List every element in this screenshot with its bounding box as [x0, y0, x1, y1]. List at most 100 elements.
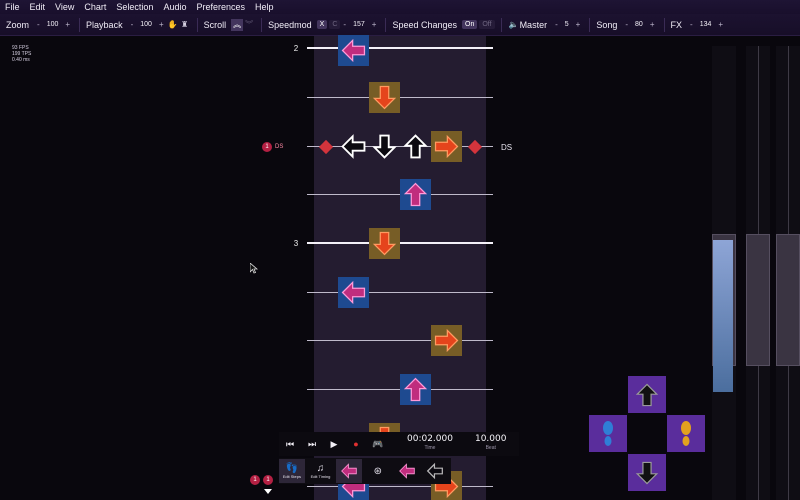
fx-label: FX [670, 19, 683, 30]
playback-label: Playback [86, 19, 123, 30]
chevron-down-icon[interactable] [264, 489, 272, 494]
playback-decrease-button[interactable]: - [128, 20, 137, 29]
pad-up-icon[interactable] [628, 376, 666, 413]
roll-note-tool[interactable] [422, 459, 448, 483]
toolbar: Zoom - 100 + Playback - 100 + ✋ ♜ Scroll… [0, 14, 800, 36]
menu-edit[interactable]: Edit [25, 2, 51, 12]
song-value[interactable]: 80 [631, 21, 647, 28]
speedmod-label: Speedmod [268, 19, 312, 30]
skip-back-icon[interactable]: ⏮ [279, 434, 301, 454]
master-increase-button[interactable]: + [573, 20, 584, 29]
measure-number: 3 [293, 239, 299, 248]
arrow-left-icon[interactable] [338, 277, 369, 308]
edit-timing-label: Edit Timing [310, 474, 331, 479]
tap-note-tool[interactable] [336, 459, 363, 483]
speedmod-increase-button[interactable]: + [369, 20, 380, 29]
speedmod-c-button[interactable]: C [329, 20, 341, 29]
scroll-down-icon[interactable]: ︾ [243, 19, 255, 31]
frame-time-readout: 0.40 ms [12, 57, 30, 63]
arrow-up-icon[interactable] [400, 131, 431, 162]
edit-steps-label: Edit Steps [282, 474, 301, 479]
menu-preferences[interactable]: Preferences [191, 2, 250, 12]
speed-changes-label: Speed Changes [392, 19, 457, 30]
edit-timing-button[interactable]: ♫ Edit Timing [308, 459, 334, 483]
speed-changes-control: Speed Changes On Off [386, 14, 500, 35]
mine-tool-icon[interactable]: ⊛ [365, 459, 391, 483]
marker-count-badge: 1 [250, 475, 260, 485]
speedmod-control: Speedmod X C - 157 + [262, 14, 385, 35]
song-increase-button[interactable]: + [647, 20, 658, 29]
fx-decrease-button[interactable]: - [687, 20, 696, 29]
arrow-up-icon[interactable] [400, 374, 431, 405]
scroll-up-icon[interactable]: ︽ [231, 18, 244, 31]
fx-value[interactable]: 134 [696, 21, 716, 28]
scroll-control: Scroll ︽ ︾ [198, 14, 262, 35]
master-decrease-button[interactable]: - [552, 20, 561, 29]
menu-chart[interactable]: Chart [79, 2, 111, 12]
speed-changes-on-button[interactable]: On [462, 20, 478, 29]
right-foot-icon[interactable] [667, 415, 705, 452]
arrow-down-icon[interactable] [369, 131, 400, 162]
arrow-up-icon[interactable] [400, 179, 431, 210]
speaker-icon[interactable]: 🔈 [508, 19, 520, 31]
edit-steps-button[interactable]: 👣 Edit Steps [279, 459, 305, 483]
playback-value[interactable]: 100 [136, 21, 156, 28]
preview-bar [746, 234, 770, 366]
skip-forward-icon[interactable]: ⏭ [301, 434, 323, 454]
performance-stats: 93 FPS 199 TPS 0.40 ms [12, 45, 31, 63]
song-decrease-button[interactable]: - [622, 20, 631, 29]
playback-increase-button[interactable]: + [156, 20, 167, 29]
zoom-control: Zoom - 100 + [0, 14, 79, 35]
preview-fill [713, 240, 733, 392]
metronome-icon[interactable]: ♜ [179, 19, 191, 31]
marker-count-badge: 1 [263, 475, 273, 485]
arrow-down-icon[interactable] [369, 228, 400, 259]
speedmod-x-button[interactable]: X [316, 20, 328, 29]
hold-note-tool[interactable] [394, 459, 420, 483]
gamepad-icon[interactable]: 🎮 [367, 434, 389, 454]
zoom-decrease-button[interactable]: - [34, 20, 43, 29]
time-label: Time [424, 445, 436, 451]
speed-changes-off-button[interactable]: Off [479, 20, 495, 29]
footsteps-icon: 👣 [285, 463, 299, 474]
menu-view[interactable]: View [50, 2, 79, 12]
menu-bar: File Edit View Chart Selection Audio Pre… [0, 0, 800, 14]
pad-down-icon[interactable] [628, 454, 666, 491]
beat-line [307, 486, 493, 487]
arrow-left-icon[interactable] [338, 35, 369, 66]
speedmod-decrease-button[interactable]: - [340, 20, 349, 29]
measure-line [307, 242, 493, 244]
beat-readout[interactable]: 10.000 Beat [475, 435, 507, 453]
zoom-increase-button[interactable]: + [62, 20, 73, 29]
time-readout[interactable]: 00:02.000 Time [407, 435, 453, 453]
fx-increase-button[interactable]: + [715, 20, 726, 29]
beat-line [307, 292, 493, 293]
speedmod-value[interactable]: 157 [349, 21, 369, 28]
arrow-right-icon[interactable] [431, 131, 462, 162]
bottom-marker[interactable]: 1 1 [250, 475, 276, 485]
transport-bar: ⏮ ⏭ ▶ ● 🎮 00:02.000 Time 10.000 Beat [279, 432, 519, 456]
zoom-value[interactable]: 100 [43, 21, 63, 28]
timing-icon: ♫ [316, 463, 325, 474]
menu-file[interactable]: File [0, 2, 25, 12]
edit-mode-bar: 👣 Edit Steps ♫ Edit Timing ⊛ [279, 458, 451, 484]
ds-label-left: DS [275, 144, 284, 150]
hand-icon[interactable]: ✋ [167, 19, 179, 31]
arrow-left-icon[interactable] [338, 131, 369, 162]
ds-marker-label[interactable]: 1 DS [262, 142, 283, 152]
menu-help[interactable]: Help [250, 2, 279, 12]
play-icon[interactable]: ▶ [323, 434, 345, 454]
arrow-down-icon[interactable] [369, 82, 400, 113]
beat-line [307, 97, 493, 98]
left-foot-icon[interactable] [589, 415, 627, 452]
mouse-cursor-icon [250, 263, 258, 274]
menu-audio[interactable]: Audio [158, 2, 191, 12]
menu-selection[interactable]: Selection [111, 2, 158, 12]
master-label: Master [519, 19, 548, 30]
song-label: Song [596, 19, 618, 30]
note-field-lane[interactable] [314, 36, 486, 500]
playback-control: Playback - 100 + ✋ ♜ [80, 14, 197, 35]
record-icon[interactable]: ● [345, 434, 367, 454]
master-value[interactable]: 5 [561, 21, 573, 28]
arrow-right-icon[interactable] [431, 325, 462, 356]
